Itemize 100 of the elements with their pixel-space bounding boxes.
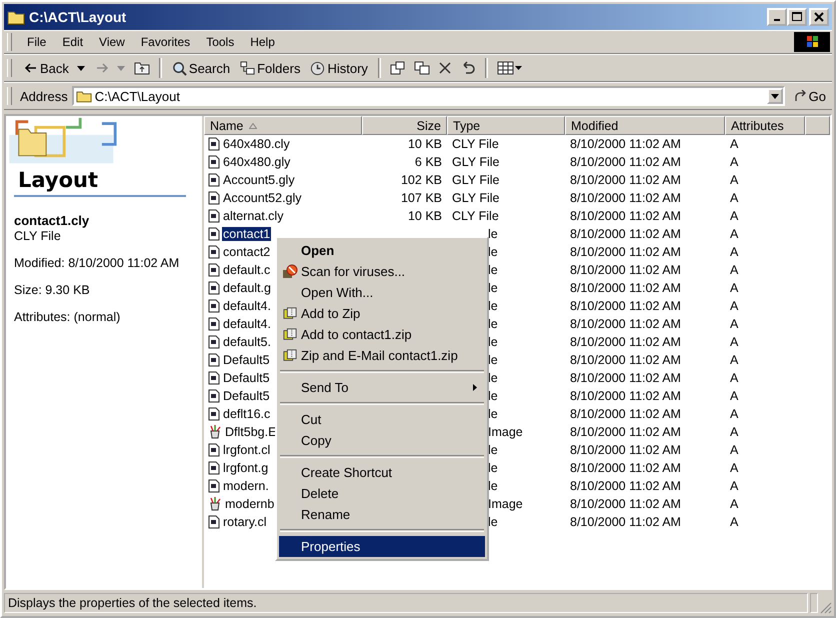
file-name-cell[interactable]: Default5 [222, 371, 271, 385]
modified-cell: 8/10/2000 11:02 AM [570, 353, 681, 367]
views-icon[interactable] [496, 61, 523, 75]
document-icon [208, 281, 220, 295]
file-name-cell[interactable]: rotary.cl [222, 515, 268, 529]
up-folder-icon[interactable] [134, 61, 150, 75]
file-name-cell[interactable]: default5. [222, 335, 272, 349]
type-cell-text: le [487, 263, 498, 277]
folder-icon [76, 90, 92, 102]
file-name-cell[interactable]: deflt16.c [222, 407, 272, 421]
address-field[interactable]: C:\ACT\Layout [72, 86, 785, 106]
column-header[interactable]: Size [362, 116, 447, 135]
type-cell-text: le [487, 407, 498, 421]
menu-item[interactable]: File [20, 35, 54, 49]
size-cell: 6 KB [414, 155, 442, 169]
menu-item[interactable]: Tools [199, 35, 242, 49]
menu-item[interactable]: Add to contact1.zip [279, 324, 485, 345]
modified-cell: 8/10/2000 11:02 AM [570, 209, 681, 223]
modified-cell: 8/10/2000 11:02 AM [570, 137, 681, 151]
attributes-cell: A [730, 137, 738, 151]
resize-grip-icon[interactable] [820, 602, 832, 614]
attributes-cell: A [730, 335, 738, 349]
file-name-cell[interactable]: Default5 [222, 353, 271, 367]
attributes-cell: A [730, 461, 738, 475]
back-button[interactable]: Back [20, 58, 73, 78]
column-header[interactable]: Modified [565, 116, 725, 135]
menu-item[interactable]: Delete [279, 483, 485, 504]
document-icon [208, 461, 220, 475]
document-icon [208, 209, 220, 223]
modified-cell: 8/10/2000 11:02 AM [570, 245, 681, 259]
menu-item[interactable]: Create Shortcut [279, 462, 485, 483]
column-header[interactable]: Name [204, 116, 362, 135]
type-cell-text: le [487, 245, 498, 259]
column-header[interactable]: Type [447, 116, 565, 135]
file-name-cell[interactable]: 640x480.gly [222, 155, 292, 169]
folder-tree-icon [240, 60, 256, 76]
modified-cell: 8/10/2000 11:02 AM [570, 191, 681, 205]
history-button[interactable]: History [306, 58, 372, 78]
file-name-cell[interactable]: Account52.gly [222, 191, 303, 205]
column-header[interactable]: Attributes [725, 116, 805, 135]
menu-item[interactable]: Add to Zip [279, 303, 485, 324]
modified-cell: 8/10/2000 11:02 AM [570, 281, 681, 295]
dropdown-button[interactable] [766, 88, 783, 104]
file-name-cell[interactable]: 640x480.cly [222, 137, 291, 151]
type-cell-text: le [487, 443, 498, 457]
attributes-cell: A [730, 389, 738, 403]
menu-item[interactable]: Favorites [134, 35, 198, 49]
document-icon [208, 137, 220, 151]
folders-button[interactable]: Folders [236, 58, 304, 78]
file-name-cell[interactable]: Default5 [222, 389, 271, 403]
menu-item[interactable]: Help [243, 35, 282, 49]
menu-item[interactable]: Zip and E-Mail contact1.zip [279, 345, 485, 366]
menu-item[interactable]: Copy [279, 430, 485, 451]
maximize-button[interactable] [787, 8, 807, 26]
maximize-icon [792, 12, 802, 22]
attributes-cell: A [730, 443, 738, 457]
sort-ascending-icon [249, 122, 258, 128]
menu-item[interactable]: Open [279, 240, 485, 261]
menu-item[interactable]: Open With... [279, 282, 485, 303]
close-button[interactable] [809, 8, 829, 26]
delete-icon[interactable] [438, 61, 452, 75]
file-name-cell[interactable]: Dflt5bg.E [224, 425, 278, 439]
file-name-cell[interactable]: contact1 [222, 227, 272, 241]
document-icon [208, 353, 220, 367]
file-name-cell[interactable]: Account5.gly [222, 173, 296, 187]
forward-arrow-icon [94, 62, 109, 74]
menu-item[interactable]: Rename [279, 504, 485, 525]
file-name-cell[interactable]: default4. [222, 299, 272, 313]
caret-icon[interactable] [76, 66, 85, 70]
file-name-cell[interactable]: contact2 [222, 245, 272, 259]
file-name-cell[interactable]: default.c [222, 263, 272, 277]
menu-item[interactable]: Scan for viruses... [279, 261, 485, 282]
move-to-icon[interactable] [390, 61, 406, 75]
copy-to-icon[interactable] [414, 61, 430, 75]
file-name-cell[interactable]: alternat.cly [222, 209, 284, 223]
submenu-arrow-icon [473, 384, 477, 391]
size-cell: 10 KB [408, 137, 442, 151]
menu-item[interactable]: Send To [279, 377, 485, 398]
status-bar: Displays the properties of the selected items. [4, 593, 808, 613]
minimize-button[interactable] [767, 8, 787, 26]
file-name-cell[interactable]: default.g [222, 281, 272, 295]
attributes-cell: A [730, 191, 738, 205]
windows-logo-icon [794, 32, 830, 52]
menu-item[interactable]: Edit [55, 35, 90, 49]
menu-item[interactable]: Properties [279, 536, 485, 557]
file-name-cell[interactable]: modern. [222, 479, 270, 493]
file-name-cell[interactable]: lrgfont.g [222, 461, 270, 475]
search-button[interactable]: Search [168, 58, 234, 78]
back-arrow-icon [24, 62, 38, 74]
file-name-cell[interactable]: modernb [224, 497, 276, 511]
file-name-cell[interactable]: default4. [222, 317, 272, 331]
menu-item[interactable]: View [92, 35, 132, 49]
modified-cell: 8/10/2000 11:02 AM [570, 155, 681, 169]
file-name-cell[interactable]: lrgfont.cl [222, 443, 272, 457]
attributes-cell: A [730, 497, 738, 511]
go-button[interactable]: Go [786, 88, 832, 104]
document-icon [208, 443, 220, 457]
menu-item[interactable]: Cut [279, 409, 485, 430]
type-cell-text: le [487, 515, 498, 529]
zip-icon [283, 348, 297, 362]
